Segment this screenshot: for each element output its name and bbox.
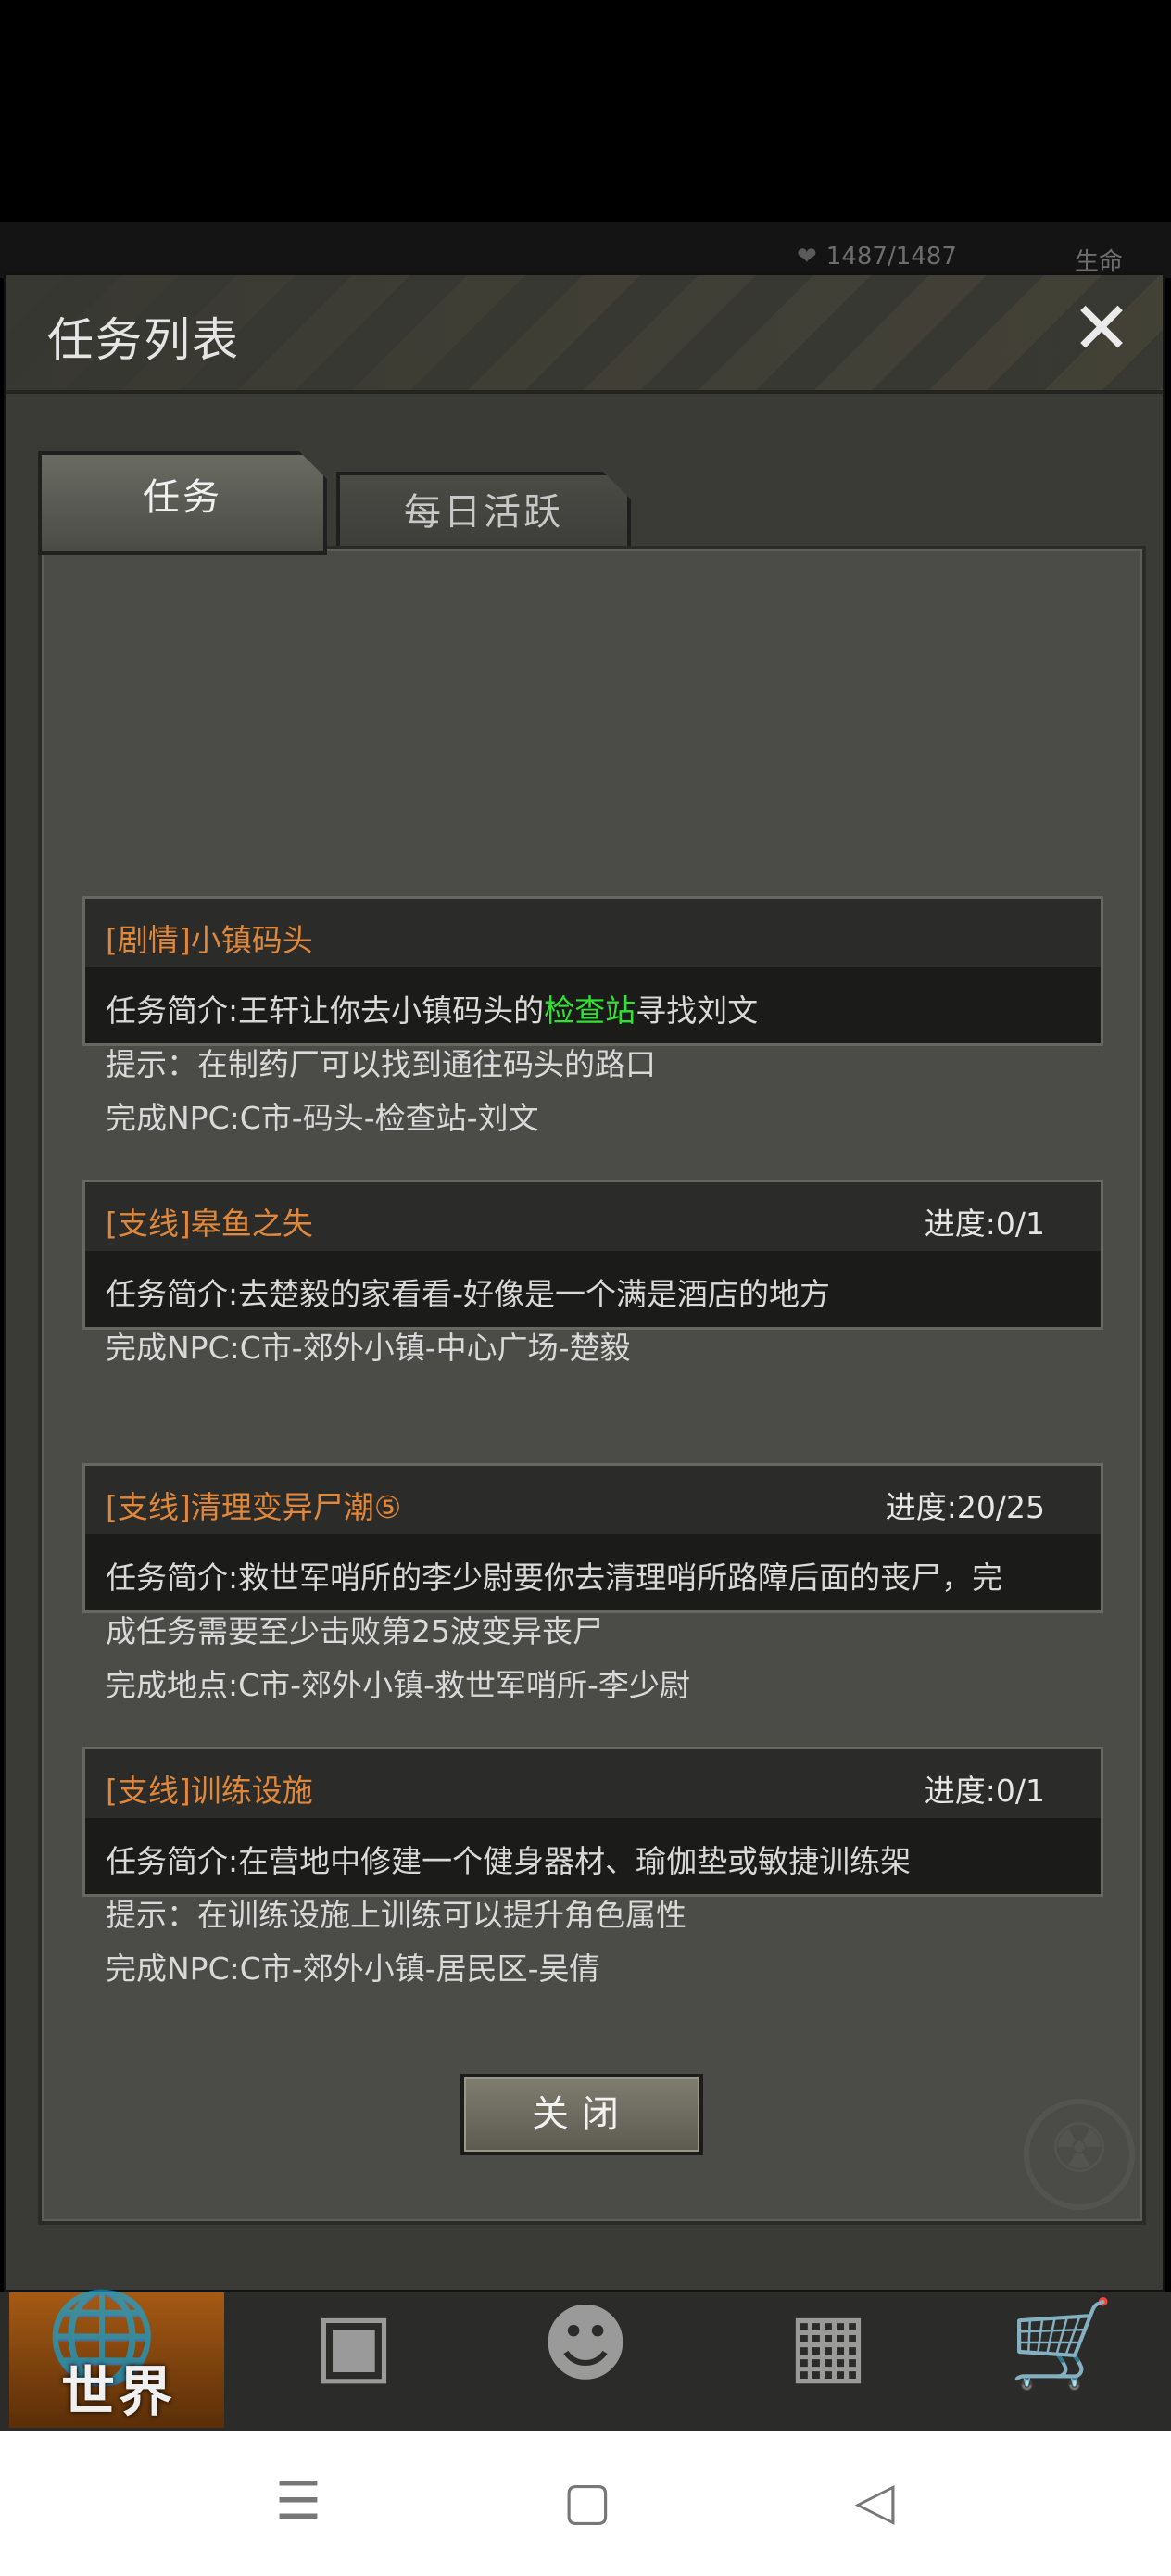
quest-body: 任务简介:在营地中修建一个健身器材、瑜伽垫或敏捷训练架 提示：在训练设施上训练可…: [85, 1818, 1101, 1996]
quest-item[interactable]: [剧情]小镇码头 任务简介:王轩让你去小镇码头的检查站寻找刘文 提示：在制药厂可…: [82, 896, 1103, 1136]
quest-line: 任务简介:在营地中修建一个健身器材、瑜伽垫或敏捷训练架: [106, 1843, 912, 1879]
tab-daily-activity[interactable]: 每日活跃: [336, 472, 631, 551]
close-icon[interactable]: ✕: [1064, 292, 1139, 366]
menu-icon[interactable]: ☰: [271, 2474, 326, 2530]
top-black-area: [0, 0, 1171, 222]
quest-title: [支线]训练设施: [106, 1773, 313, 1809]
quest-item[interactable]: [支线]训练设施 进度:0/1 任务简介:在营地中修建一个健身器材、瑜伽垫或敏捷…: [82, 1747, 1103, 1987]
radiation-icon: ☢: [1024, 2099, 1135, 2210]
tab-tasks[interactable]: 任务: [38, 451, 327, 555]
quest-header: [支线]训练设施 进度:0/1: [85, 1749, 1101, 1818]
quest-title: [支线]皋鱼之失: [106, 1206, 313, 1242]
quest-item[interactable]: [支线]皋鱼之失 进度:0/1 任务简介:去楚毅的家看看-好像是一个满是酒店的地…: [82, 1180, 1103, 1366]
quest-progress: 进度:0/1: [924, 1773, 1045, 1809]
close-button[interactable]: 关闭: [460, 2074, 703, 2155]
quest-dialog: 任务列表 ✕ 每日活跃 ☢ [剧情]小镇码头 任务简介:王轩让你去小镇码头的检查…: [4, 272, 1165, 2292]
quest-line-text: 寻找刘文: [636, 992, 759, 1029]
shopping-cart-icon[interactable]: 🛒: [1006, 2298, 1117, 2391]
quest-panel: ☢ [剧情]小镇码头 任务简介:王轩让你去小镇码头的检查站寻找刘文 提示：在制药…: [38, 546, 1146, 2225]
quest-body: 任务简介:去楚毅的家看看-好像是一个满是酒店的地方 完成NPC:C市-郊外小镇-…: [85, 1251, 1101, 1375]
dialog-header: 任务列表 ✕: [6, 275, 1163, 394]
quest-progress: 进度:0/1: [924, 1206, 1045, 1242]
dialog-title: 任务列表: [47, 313, 240, 367]
nav-world[interactable]: 🌐 世界: [9, 2292, 224, 2428]
nav-world-label: 世界: [61, 2360, 177, 2423]
hud-hp-value: 1487/1487: [825, 243, 957, 271]
quest-highlight-location: 检查站: [544, 992, 636, 1029]
quest-line: 完成NPC:C市-码头-检查站-刘文: [106, 1100, 539, 1136]
quest-line: 成任务需要至少击败第25波变异丧尸: [106, 1613, 603, 1649]
backpack-icon[interactable]: ▣: [298, 2298, 409, 2391]
quest-header: [支线]皋鱼之失 进度:0/1: [85, 1182, 1101, 1251]
quest-line: 完成NPC:C市-郊外小镇-居民区-吴倩: [106, 1951, 600, 1987]
heart-icon: ❤: [797, 243, 817, 271]
quest-title: [剧情]小镇码头: [106, 922, 313, 958]
quest-line-text: 任务简介:王轩让你去小镇码头的: [106, 992, 545, 1029]
hud-hp: ❤ 1487/1487: [797, 243, 957, 271]
home-square-icon[interactable]: ▢: [560, 2474, 615, 2530]
building-icon[interactable]: ▦: [773, 2298, 884, 2391]
quest-progress: 进度:20/25: [885, 1489, 1045, 1525]
quest-line: 任务简介:去楚毅的家看看-好像是一个满是酒店的地方: [106, 1276, 831, 1312]
quest-body: 任务简介:王轩让你去小镇码头的检查站寻找刘文 提示：在制药厂可以找到通往码头的路…: [85, 967, 1101, 1145]
quest-body: 任务简介:救世军哨所的李少尉要你去清理哨所路障后面的丧尸，完 成任务需要至少击败…: [85, 1534, 1101, 1712]
head-profile-icon[interactable]: ☻: [530, 2298, 641, 2391]
quest-line: 任务简介:王轩让你去小镇码头的检查站寻找刘文: [106, 984, 1080, 1038]
quest-line: 任务简介:救世军哨所的李少尉要你去清理哨所路障后面的丧尸，完: [106, 1559, 1003, 1596]
quest-header: [剧情]小镇码头: [85, 899, 1101, 967]
quest-header: [支线]清理变异尸潮⑤ 进度:20/25: [85, 1466, 1101, 1534]
quest-title: [支线]清理变异尸潮⑤: [106, 1489, 402, 1525]
back-triangle-icon[interactable]: ◁: [847, 2474, 902, 2530]
quest-line: 完成NPC:C市-郊外小镇-中心广场-楚毅: [106, 1330, 631, 1366]
hud-strip: [0, 222, 1171, 278]
quest-line: 提示：在制药厂可以找到通往码头的路口: [106, 1046, 656, 1082]
quest-line: 提示：在训练设施上训练可以提升角色属性: [106, 1897, 686, 1933]
quest-item[interactable]: [支线]清理变异尸潮⑤ 进度:20/25 任务简介:救世军哨所的李少尉要你去清理…: [82, 1463, 1103, 1703]
quest-line: 完成地点:C市-郊外小镇-救世军哨所-李少尉: [106, 1667, 690, 1703]
